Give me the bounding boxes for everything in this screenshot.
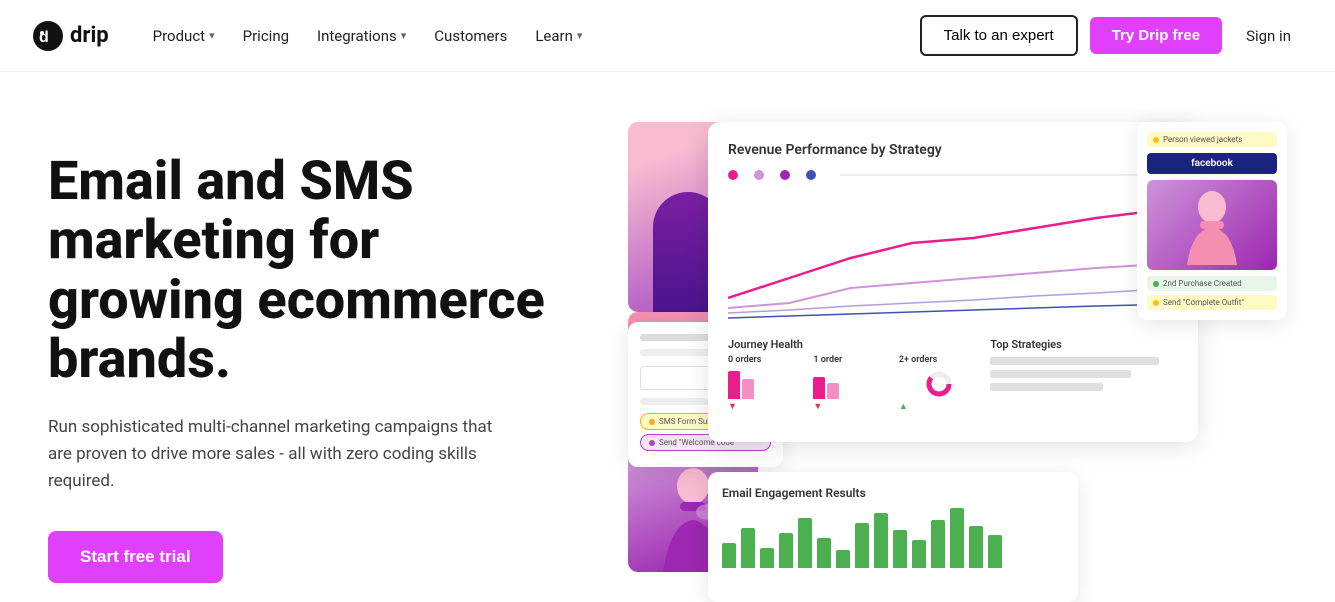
nav-integrations[interactable]: Integrations ▾ <box>305 19 418 53</box>
email-bar-7 <box>836 550 850 568</box>
purchase-badge: 2nd Purchase Created <box>1147 276 1277 291</box>
orders-1-col: 1 order ▼ <box>813 355 892 412</box>
journey-health: Journey Health 0 orders ▼ 1 order <box>728 338 978 412</box>
nav-product[interactable]: Product ▾ <box>141 19 227 53</box>
logo[interactable]: d drip <box>32 20 109 52</box>
facebook-photo <box>1147 180 1277 270</box>
email-bar-13 <box>950 508 964 568</box>
nav-actions: Talk to an expert Try Drip free Sign in <box>920 15 1303 56</box>
bar-pink-1b <box>827 383 839 399</box>
facebook-label: facebook <box>1147 153 1277 174</box>
legend-dot-lavender <box>754 170 764 180</box>
hero-subtext: Run sophisticated multi-channel marketin… <box>48 414 508 496</box>
journey-title: Journey Health <box>728 338 803 351</box>
email-title: Email Engagement Results <box>722 486 1064 500</box>
facebook-card: Person viewed jackets facebook 2nd Purch… <box>1137 122 1287 320</box>
svg-text:d: d <box>39 29 49 46</box>
legend-dot-pink <box>728 170 738 180</box>
chevron-down-icon: ▾ <box>401 29 407 42</box>
legend-dot-blue <box>806 170 816 180</box>
chevron-down-icon: ▾ <box>209 29 215 42</box>
chevron-down-icon: ▾ <box>577 29 583 42</box>
yellow-dot-icon <box>1153 300 1159 306</box>
journey-top-row: Journey Health 0 orders ▼ 1 order <box>728 338 1178 412</box>
revenue-card: Revenue Performance by Strategy <box>708 122 1198 442</box>
email-bar-10 <box>893 530 907 568</box>
sign-in-button[interactable]: Sign in <box>1234 19 1303 53</box>
green-dot-icon <box>1153 281 1159 287</box>
chart-legend <box>728 170 1178 180</box>
email-bar-12 <box>931 520 945 568</box>
nav-learn[interactable]: Learn ▾ <box>523 19 594 53</box>
top-strategies: Top Strategies <box>990 338 1178 412</box>
revenue-chart <box>728 188 1178 328</box>
nav-items: Product ▾ Pricing Integrations ▾ Custome… <box>141 19 595 53</box>
orders-2-col: 2+ orders ▲ <box>899 355 978 412</box>
email-bar-3 <box>760 548 774 568</box>
bar-pink-1 <box>813 377 825 399</box>
email-bar-2 <box>741 528 755 568</box>
bar-pink-0b <box>742 379 754 399</box>
email-bar-5 <box>798 518 812 568</box>
strat-line-3 <box>990 383 1103 391</box>
strat-line-2 <box>990 370 1131 378</box>
send-outfit-badge: Send "Complete Outfit" <box>1147 295 1277 310</box>
hero-section: Email and SMS marketing for growing ecom… <box>0 72 1335 602</box>
start-free-trial-button[interactable]: Start free trial <box>48 531 223 583</box>
email-bar-9 <box>874 513 888 568</box>
email-bar-14 <box>969 526 983 568</box>
try-drip-free-button[interactable]: Try Drip free <box>1090 17 1222 54</box>
hero-heading: Email and SMS marketing for growing ecom… <box>48 152 588 390</box>
journey-columns: 0 orders ▼ 1 order <box>728 355 978 412</box>
email-engagement-card: Email Engagement Results <box>708 472 1078 602</box>
email-bar-6 <box>817 538 831 568</box>
nav-pricing[interactable]: Pricing <box>231 19 301 53</box>
bar-pink-0 <box>728 371 740 399</box>
talk-to-expert-button[interactable]: Talk to an expert <box>920 15 1078 56</box>
hero-left: Email and SMS marketing for growing ecom… <box>48 132 588 583</box>
email-bar-chart <box>722 508 1064 568</box>
nav-customers[interactable]: Customers <box>422 19 519 53</box>
strat-line-1 <box>990 357 1159 365</box>
email-bar-11 <box>912 540 926 568</box>
navbar: d drip Product ▾ Pricing Integrations ▾ … <box>0 0 1335 72</box>
email-bar-1 <box>722 543 736 568</box>
email-bar-8 <box>855 523 869 568</box>
orders-0-col: 0 orders ▼ <box>728 355 807 412</box>
logo-icon: d <box>32 20 64 52</box>
email-bar-15 <box>988 535 1002 568</box>
person-silhouette <box>1182 185 1242 265</box>
email-bar-4 <box>779 533 793 568</box>
person-viewed-tag: Person viewed jackets <box>1147 132 1277 147</box>
legend-line <box>840 174 1178 176</box>
legend-dot-purple <box>780 170 790 180</box>
revenue-title: Revenue Performance by Strategy <box>728 142 1178 158</box>
hero-dashboard: SMS Form Submitted Send "Welcome code" R… <box>628 122 1287 602</box>
donut-chart <box>925 370 953 398</box>
logo-text: drip <box>70 23 109 48</box>
